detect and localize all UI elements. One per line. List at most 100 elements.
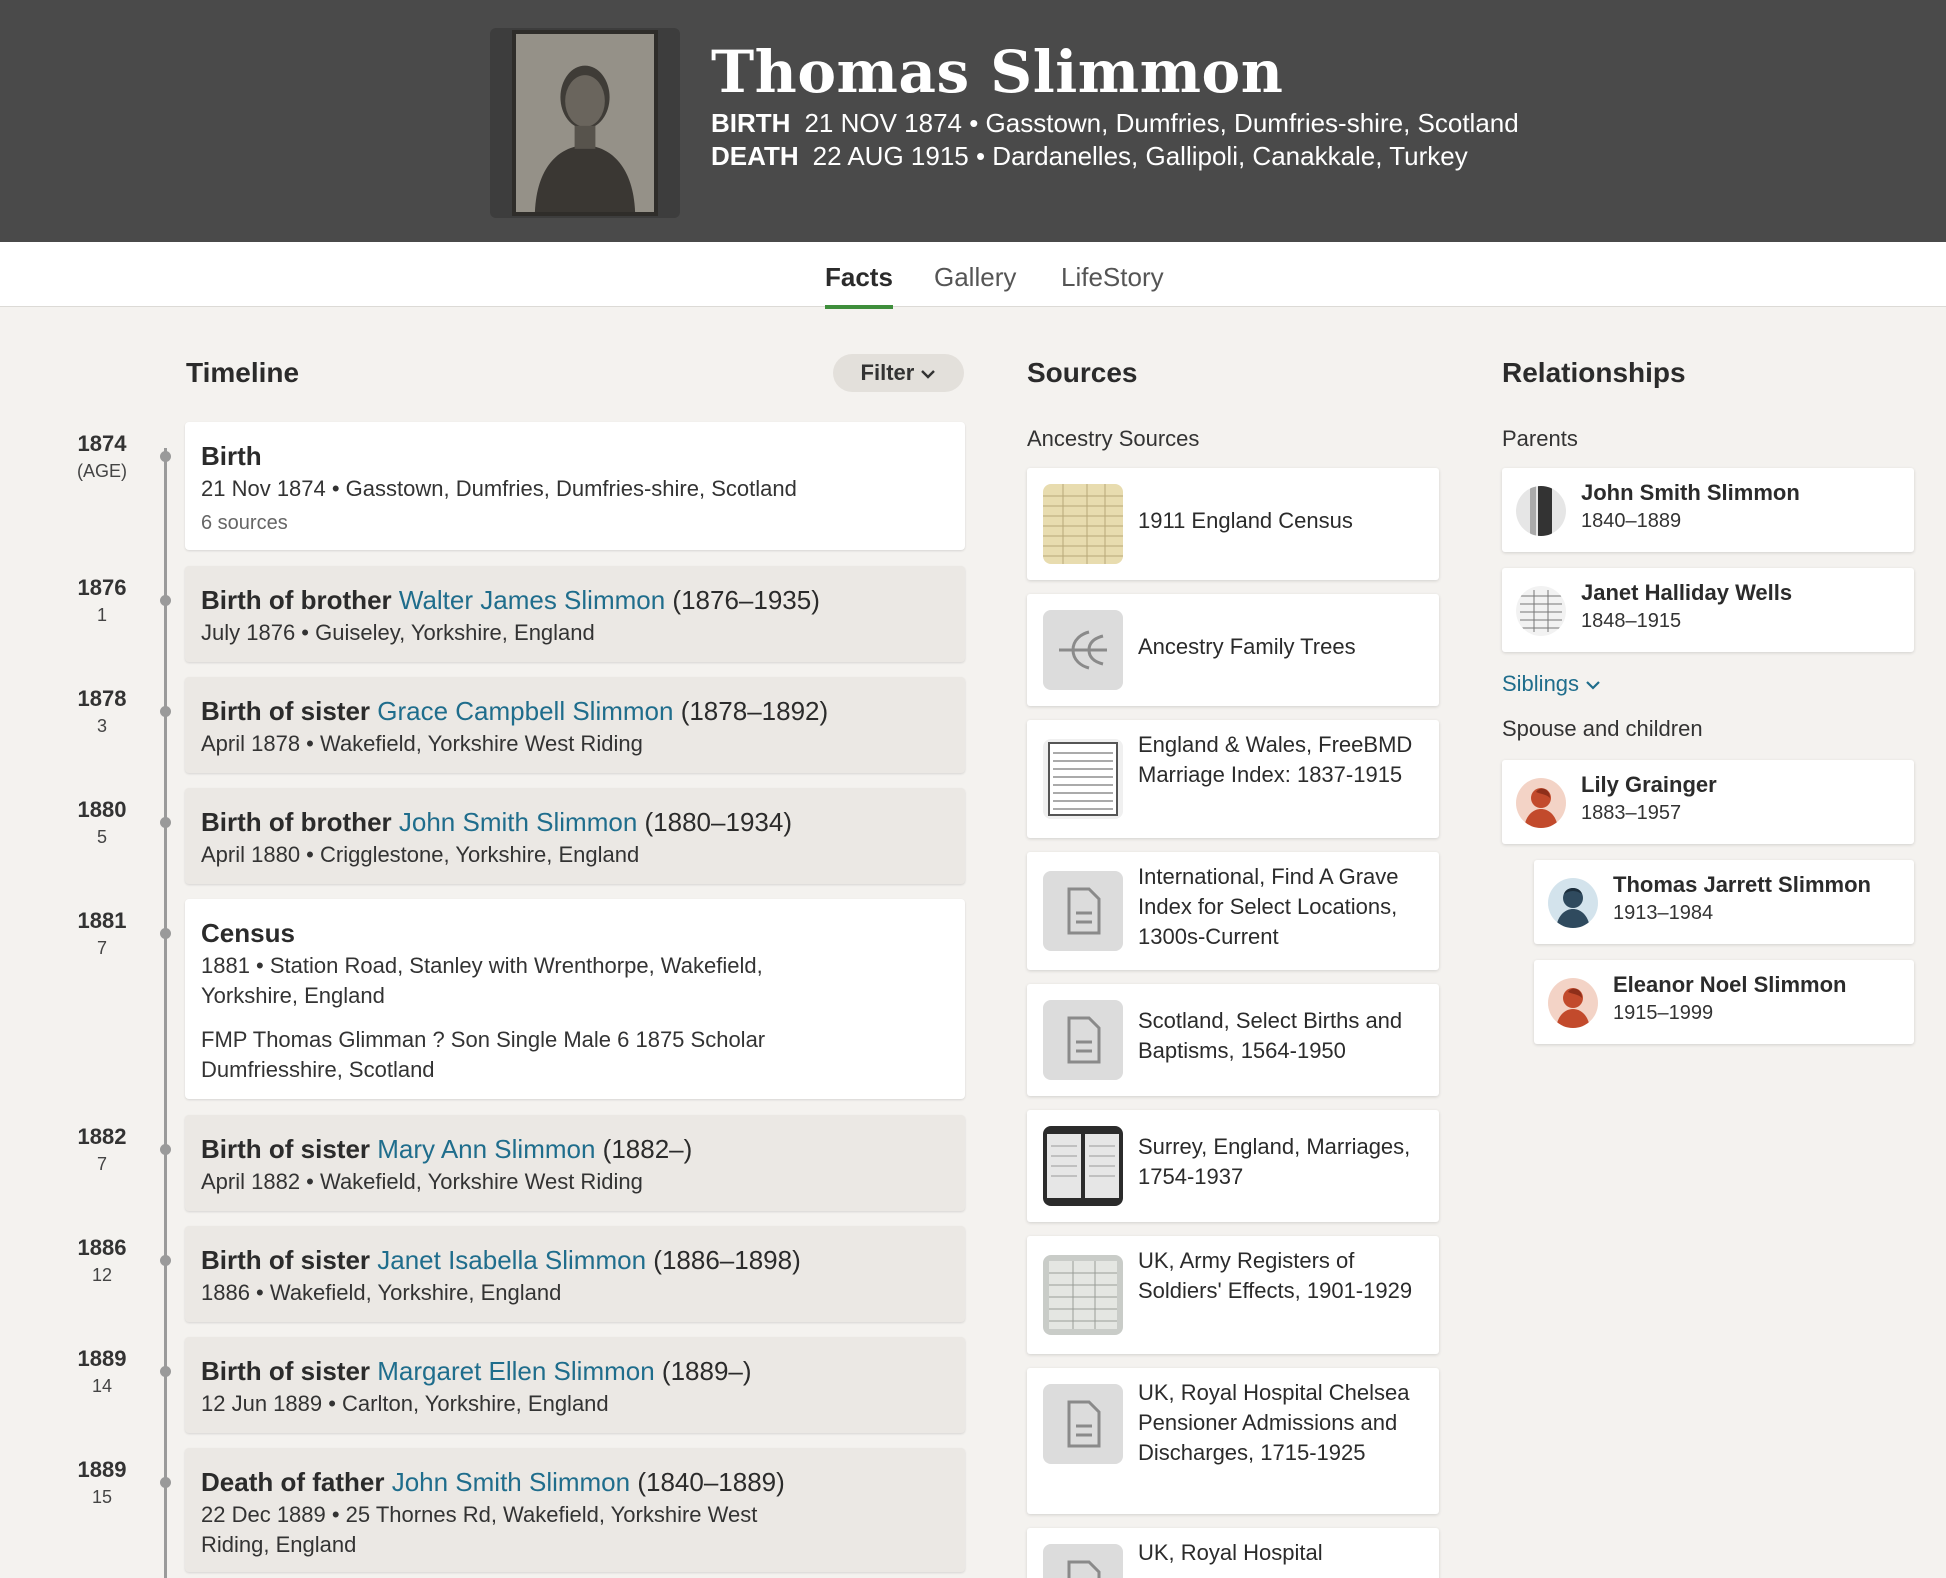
death-label: DEATH — [711, 141, 799, 171]
chevron-down-icon — [921, 370, 936, 379]
event-detail: 1886 • Wakefield, Yorkshire, England — [201, 1280, 562, 1305]
source-card[interactable]: UK, Royal Hospital Chelsea Pensioner Adm… — [1027, 1368, 1439, 1514]
relationship-dates: 1840–1889 — [1581, 510, 1682, 532]
relationship-card-father[interactable]: John Smith Slimmon 1840–1889 — [1502, 468, 1914, 552]
event-detail: April 1878 • Wakefield, Yorkshire West R… — [201, 731, 643, 756]
siblings-toggle[interactable]: Siblings — [1502, 671, 1601, 697]
sources-subtitle: Ancestry Sources — [1027, 426, 1200, 451]
event-person-link[interactable]: John Smith Slimmon — [392, 1467, 630, 1497]
source-label: 1911 England Census — [1138, 508, 1353, 533]
relationship-dates: 1913–1984 — [1613, 902, 1714, 924]
source-label: England & Wales, FreeBMD Marriage Index:… — [1138, 732, 1413, 787]
sources-title: Sources — [1027, 357, 1138, 388]
timeline-dot — [160, 706, 171, 717]
profile-photo-frame[interactable] — [490, 28, 680, 218]
event-title: Birth of sister Mary Ann Slimmon (1882–) — [201, 1134, 693, 1164]
filter-button[interactable]: Filter — [833, 354, 964, 392]
year-label: 1876 — [77, 575, 127, 600]
siblings-label: Siblings — [1502, 671, 1580, 696]
event-person-link[interactable]: Mary Ann Slimmon — [377, 1134, 595, 1164]
source-card[interactable]: Surrey, England, Marriages, 1754-1937 — [1027, 1110, 1439, 1222]
source-card[interactable]: UK, Royal Hospital — [1027, 1528, 1439, 1578]
census-thumbnail — [1043, 484, 1123, 564]
timeline-year: 1889 14 — [60, 1346, 144, 1397]
age-label: (AGE) — [76, 461, 127, 481]
relationship-card-child[interactable]: Eleanor Noel Slimmon 1915–1999 — [1534, 960, 1914, 1044]
source-label: UK, Army Registers of Soldiers' Effects,… — [1138, 1248, 1413, 1303]
tree-leaf-icon — [1043, 610, 1123, 690]
event-person-link[interactable]: Margaret Ellen Slimmon — [377, 1356, 654, 1386]
age-label: 14 — [91, 1376, 113, 1396]
timeline-year: 1886 12 — [60, 1235, 144, 1286]
event-person-link[interactable]: John Smith Slimmon — [399, 807, 637, 837]
timeline-dot — [160, 928, 171, 939]
event-sources-count[interactable]: 6 sources — [201, 512, 949, 535]
age-label: 5 — [96, 827, 107, 847]
year-label: 1889 — [77, 1346, 127, 1371]
event-title: Death of father John Smith Slimmon (1840… — [201, 1467, 785, 1497]
event-person-link[interactable]: Janet Isabella Slimmon — [377, 1245, 646, 1275]
timeline-event[interactable]: Birth of sister Mary Ann Slimmon (1882–)… — [185, 1115, 965, 1211]
event-detail: 21 Nov 1874 • Gasstown, Dumfries, Dumfri… — [201, 476, 797, 501]
timeline-year: 1874 (AGE) — [60, 431, 144, 482]
source-card[interactable]: Ancestry Family Trees — [1027, 594, 1439, 706]
event-title: Birth of brother Walter James Slimmon (1… — [201, 585, 820, 615]
source-card[interactable]: UK, Army Registers of Soldiers' Effects,… — [1027, 1236, 1439, 1354]
year-label: 1886 — [77, 1235, 127, 1260]
source-card[interactable]: Scotland, Select Births and Baptisms, 15… — [1027, 984, 1439, 1096]
avatar — [1516, 486, 1566, 536]
tab-gallery[interactable]: Gallery — [934, 262, 1016, 305]
timeline-line — [164, 448, 167, 1578]
timeline-event[interactable]: Death of father John Smith Slimmon (1840… — [185, 1448, 965, 1572]
timeline-event[interactable]: Birth of sister Margaret Ellen Slimmon (… — [185, 1337, 965, 1433]
event-title: Birth of sister Janet Isabella Slimmon (… — [201, 1245, 801, 1275]
event-detail: 12 Jun 1889 • Carlton, Yorkshire, Englan… — [201, 1391, 609, 1416]
tab-facts[interactable]: Facts — [825, 262, 893, 309]
document-icon — [1043, 1000, 1123, 1080]
event-title: Birth of sister Grace Campbell Slimmon (… — [201, 696, 829, 726]
age-label: 7 — [96, 1154, 107, 1174]
source-label: UK, Royal Hospital — [1138, 1540, 1323, 1565]
relationship-dates: 1883–1957 — [1581, 802, 1682, 824]
timeline-dot — [160, 595, 171, 606]
timeline-title: Timeline — [186, 357, 300, 388]
event-title: Birth of sister Margaret Ellen Slimmon (… — [201, 1356, 752, 1386]
event-title: Census — [201, 918, 295, 948]
index-thumbnail — [1043, 739, 1123, 819]
relationship-name: Thomas Jarrett Slimmon — [1613, 872, 1871, 897]
year-label: 1874 — [77, 431, 127, 456]
profile-header: Thomas Slimmon BIRTH 21 NOV 1874 • Gassto… — [0, 0, 1946, 242]
death-value: 22 AUG 1915 • Dardanelles, Gallipoli, Ca… — [812, 141, 1468, 171]
relationship-card-mother[interactable]: Janet Halliday Wells 1848–1915 — [1502, 568, 1914, 652]
event-detail: 1881 • Station Road, Stanley with Wrenth… — [201, 953, 763, 1008]
source-label: Surrey, England, Marriages, 1754-1937 — [1138, 1134, 1411, 1189]
person-name: Thomas Slimmon — [711, 38, 1284, 106]
ledger-thumbnail — [1043, 1255, 1123, 1335]
source-card[interactable]: International, Find A Grave Index for Se… — [1027, 852, 1439, 970]
event-person-link[interactable]: Walter James Slimmon — [399, 585, 665, 615]
source-card[interactable]: England & Wales, FreeBMD Marriage Index:… — [1027, 720, 1439, 838]
timeline-event-birth[interactable]: Birth 21 Nov 1874 • Gasstown, Dumfries, … — [185, 422, 965, 550]
profile-tabs: Facts Gallery LifeStory — [0, 242, 1946, 309]
document-icon — [1043, 1384, 1123, 1464]
tab-lifestory[interactable]: LifeStory — [1061, 262, 1164, 305]
event-detail: April 1880 • Crigglestone, Yorkshire, En… — [201, 842, 640, 867]
timeline-event[interactable]: Birth of brother John Smith Slimmon (188… — [185, 788, 965, 884]
event-person-link[interactable]: Grace Campbell Slimmon — [377, 696, 673, 726]
event-title: Birth of brother John Smith Slimmon (188… — [201, 807, 792, 837]
female-avatar-icon — [1516, 778, 1566, 828]
profile-photo[interactable] — [512, 30, 658, 216]
timeline-event[interactable]: Birth of sister Grace Campbell Slimmon (… — [185, 677, 965, 773]
timeline-event[interactable]: Birth of sister Janet Isabella Slimmon (… — [185, 1226, 965, 1322]
birth-label: BIRTH — [711, 108, 791, 138]
source-card[interactable]: 1911 England Census — [1027, 468, 1439, 580]
timeline-event-census[interactable]: Census 1881 • Station Road, Stanley with… — [185, 899, 965, 1099]
event-detail: April 1882 • Wakefield, Yorkshire West R… — [201, 1169, 643, 1194]
death-summary: DEATH 22 AUG 1915 • Dardanelles, Gallipol… — [711, 141, 1468, 172]
timeline-year: 1876 1 — [60, 575, 144, 626]
relationship-card-child[interactable]: Thomas Jarrett Slimmon 1913–1984 — [1534, 860, 1914, 944]
spouse-children-label: Spouse and children — [1502, 716, 1703, 741]
relationship-card-spouse[interactable]: Lily Grainger 1883–1957 — [1502, 760, 1914, 844]
timeline-event[interactable]: Birth of brother Walter James Slimmon (1… — [185, 566, 965, 662]
register-thumbnail — [1043, 1126, 1123, 1206]
